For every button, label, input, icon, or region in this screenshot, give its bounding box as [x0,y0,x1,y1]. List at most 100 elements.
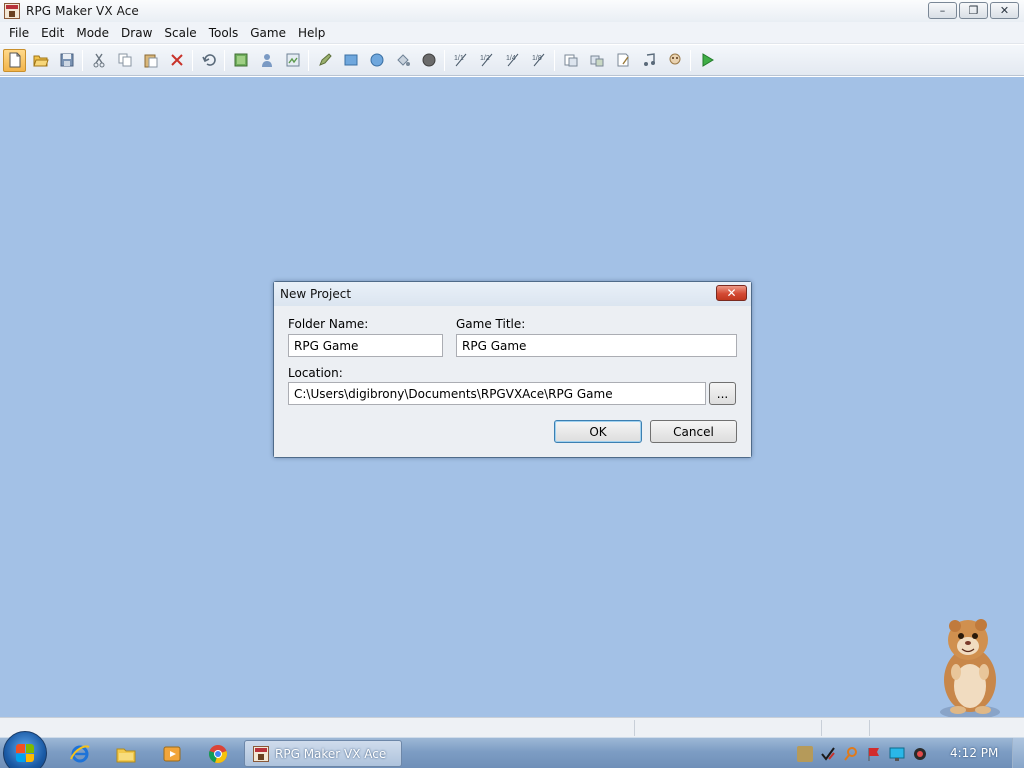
tray-monitor-icon[interactable] [889,746,905,762]
taskbar-clock[interactable]: 4:12 PM [950,746,998,760]
scale-1-4-icon: 1/4 [506,53,518,67]
file-explorer-icon [116,748,136,763]
scale-1-2-button[interactable]: 1/2 [475,49,498,72]
taskbar-internet-explorer[interactable] [62,741,98,767]
folder-name-input[interactable] [288,334,443,357]
media-player-icon [163,746,181,762]
restore-button[interactable]: ❐ [959,2,988,19]
status-bar [0,717,1024,737]
menu-scale[interactable]: Scale [158,22,202,44]
menu-help[interactable]: Help [292,22,331,44]
undo-icon [201,54,216,66]
rectangle-button[interactable] [339,49,362,72]
shadow-pen-button[interactable] [417,49,440,72]
toolbar-separator [554,49,555,71]
delete-button[interactable] [165,49,188,72]
menu-tools[interactable]: Tools [203,22,245,44]
map-layer-button[interactable] [229,49,252,72]
windows-logo-icon [16,744,34,762]
region-layer-icon [286,53,299,67]
close-button[interactable]: ✕ [990,2,1019,19]
scale-1-8-button[interactable]: 1/8 [527,49,550,72]
database-icon [564,54,577,67]
region-layer-button[interactable] [281,49,304,72]
scale-1-4-button[interactable]: 1/4 [501,49,524,72]
dialog-body: Folder Name: Game Title: Location: ... O… [274,306,751,457]
copy-icon [118,53,131,67]
menu-mode[interactable]: Mode [70,22,115,44]
taskbar-chrome[interactable] [200,741,236,767]
taskbar: RPG Maker VX Ace 4:12 PM [0,731,1024,768]
menu-file[interactable]: File [3,22,35,44]
menu-game[interactable]: Game [244,22,292,44]
paste-icon [144,54,157,68]
toolbar-separator [82,49,83,71]
resource-manager-icon [590,55,603,67]
playtest-icon [702,53,714,67]
menu-draw[interactable]: Draw [115,22,158,44]
save-project-button[interactable] [55,49,78,72]
rectangle-icon [344,54,357,66]
open-project-button[interactable] [29,49,52,72]
window-title: RPG Maker VX Ace [26,4,139,18]
dialog-title-bar[interactable]: New Project ✕ [274,282,751,306]
taskbar-media-player[interactable] [154,741,190,767]
script-editor-button[interactable] [611,49,634,72]
event-layer-icon [261,54,272,67]
taskbar-rpg-maker[interactable]: RPG Maker VX Ace [244,740,402,767]
tray-flag-icon[interactable] [866,746,882,762]
dialog-close-button[interactable]: ✕ [716,285,747,301]
toolbar-separator [444,49,445,71]
toolbar: 1/1 1/2 1/4 1/8 [0,45,1024,76]
ok-button[interactable]: OK [554,420,642,443]
character-generator-icon [669,53,680,65]
cut-button[interactable] [87,49,110,72]
character-generator-button[interactable] [663,49,686,72]
menu-edit[interactable]: Edit [35,22,70,44]
minimize-button[interactable]: – [928,2,957,19]
scale-1-1-button[interactable]: 1/1 [449,49,472,72]
location-input[interactable] [288,382,706,405]
tray-app-icon[interactable] [797,745,813,762]
browse-button[interactable]: ... [709,382,736,405]
rpg-maker-app-icon[interactable] [4,3,20,19]
toolbar-separator [224,49,225,71]
taskbar-file-explorer[interactable] [108,741,144,767]
database-button[interactable] [559,49,582,72]
copy-button[interactable] [113,49,136,72]
tray-search-icon[interactable] [843,746,859,762]
cut-icon [93,53,104,68]
start-button[interactable] [3,731,47,768]
sound-test-button[interactable] [637,49,660,72]
show-desktop-button[interactable] [1012,738,1024,768]
window-controls: – ❐ ✕ [928,2,1019,19]
ellipse-button[interactable] [365,49,388,72]
tray-volume-icon[interactable] [912,746,928,762]
cancel-button[interactable]: Cancel [650,420,737,443]
scale-1-2-icon: 1/2 [480,53,492,67]
new-project-icon [9,52,20,68]
flood-fill-icon [396,54,410,66]
resource-manager-button[interactable] [585,49,608,72]
sound-test-icon [643,53,655,66]
chrome-icon [208,745,228,764]
flood-fill-button[interactable] [391,49,414,72]
hamster-mascot-icon [940,619,1000,719]
status-cell [821,720,869,736]
game-title-input[interactable] [456,334,737,357]
playtest-button[interactable] [695,49,718,72]
folder-name-label: Folder Name: [288,317,369,331]
delete-icon [170,54,183,66]
new-project-button[interactable] [3,48,26,72]
location-label: Location: [288,366,343,380]
toolbar-separator [192,49,193,71]
menu-bar: File Edit Mode Draw Scale Tools Game Hel… [0,22,1024,44]
tray-checkmark-icon[interactable] [820,746,836,762]
pencil-button[interactable] [313,49,336,72]
undo-button[interactable] [197,49,220,72]
paste-button[interactable] [139,49,162,72]
save-project-icon [60,53,73,67]
event-layer-button[interactable] [255,49,278,72]
shadow-pen-icon [422,53,435,67]
ellipse-icon [370,53,383,67]
